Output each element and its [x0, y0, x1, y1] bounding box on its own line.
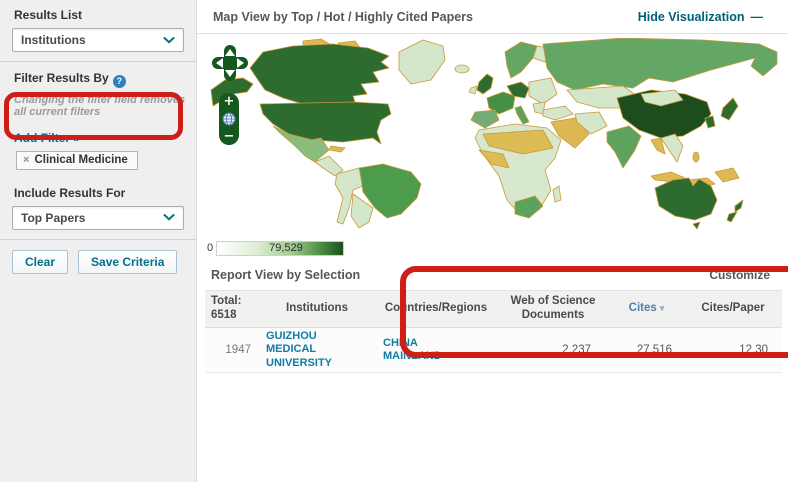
column-header-cites[interactable]: Cites▾	[609, 302, 684, 316]
country-india[interactable]	[607, 126, 641, 168]
map-controls: + −	[211, 44, 251, 145]
country-italy[interactable]	[515, 106, 529, 124]
table-row: 1947 GUIZHOU MEDICAL UNIVERSITY CHINA MA…	[205, 328, 782, 373]
criteria-buttons: Clear Save Criteria	[12, 250, 184, 274]
country-greenland[interactable]	[399, 40, 445, 84]
globe-icon[interactable]	[222, 112, 236, 126]
row-documents: 2,237	[497, 344, 609, 356]
institution-link[interactable]: GUIZHOU MEDICAL UNIVERSITY	[266, 330, 350, 370]
world-map[interactable]	[203, 38, 781, 230]
map-legend: 0 79,529	[207, 240, 788, 256]
map-view-header: Map View by Top / Hot / Highly Cited Pap…	[197, 0, 788, 34]
sidebar: Results List Institutions Filter Results…	[0, 0, 197, 482]
column-header-cites-per-paper[interactable]: Cites/Paper	[684, 302, 782, 316]
row-cites-per-paper: 12.30	[684, 344, 782, 356]
results-list-value: Institutions	[21, 33, 86, 47]
country-uk[interactable]	[477, 74, 493, 94]
column-header-institutions[interactable]: Institutions	[259, 302, 375, 316]
legend-max-label: 79,529	[269, 242, 303, 254]
report-table: Total: 6518 Institutions Countries/Regio…	[205, 290, 782, 373]
chevron-down-icon	[163, 37, 175, 44]
legend-min-label: 0	[207, 242, 213, 254]
map-area: + −	[197, 34, 788, 238]
country-japan[interactable]	[721, 98, 738, 120]
country-new-guinea[interactable]	[715, 168, 739, 182]
country-usa[interactable]	[260, 102, 391, 144]
incites-map-view-page: Results List Institutions Filter Results…	[0, 0, 788, 482]
save-criteria-button[interactable]: Save Criteria	[78, 250, 177, 274]
customize-link[interactable]: Customize	[709, 268, 770, 282]
zoom-control: + −	[219, 93, 239, 145]
sidebar-divider	[0, 239, 196, 240]
help-icon[interactable]: ?	[113, 75, 126, 88]
table-header-row: Total: 6518 Institutions Countries/Regio…	[205, 290, 782, 328]
country-australia[interactable]	[655, 178, 717, 220]
row-cites: 27,516	[609, 344, 684, 356]
country-link[interactable]: CHINA MAINLAND	[383, 337, 467, 363]
legend-gradient-bar: 79,529	[216, 241, 344, 256]
filter-note: Changing the filter field removes all cu…	[14, 94, 186, 119]
add-filter-link[interactable]: Add Filter »	[14, 131, 184, 145]
country-madagascar[interactable]	[553, 186, 561, 202]
hide-visualization-link[interactable]: Hide Visualization —	[638, 10, 763, 24]
map-countries[interactable]	[211, 38, 777, 229]
row-count: 1947	[205, 344, 259, 356]
country-tasmania[interactable]	[693, 222, 700, 229]
zoom-out-button[interactable]: −	[224, 131, 235, 142]
country-turkey[interactable]	[543, 106, 573, 120]
clear-button[interactable]: Clear	[12, 250, 68, 274]
zoom-in-button[interactable]: +	[224, 96, 235, 107]
country-new-zealand[interactable]	[735, 200, 743, 212]
report-header: Report View by Selection Customize	[211, 268, 770, 282]
results-list-label: Results List	[14, 8, 184, 22]
results-list-select[interactable]: Institutions	[12, 28, 184, 52]
chevron-down-icon	[163, 214, 175, 221]
column-header-total: Total: 6518	[205, 295, 259, 323]
include-results-select[interactable]: Top Papers	[12, 206, 184, 230]
remove-tag-icon[interactable]: ×	[23, 154, 29, 166]
country-canada[interactable]	[250, 44, 389, 104]
country-scandinavia[interactable]	[505, 42, 537, 78]
collapse-icon: —	[751, 10, 764, 24]
include-results-value: Top Papers	[21, 211, 85, 225]
column-header-documents[interactable]: Web of Science Documents	[497, 295, 609, 323]
map-view-title: Map View by Top / Hot / Highly Cited Pap…	[213, 10, 473, 24]
main-panel: Map View by Top / Hot / Highly Cited Pap…	[197, 0, 788, 482]
filter-tag-clinical-medicine[interactable]: × Clinical Medicine	[16, 151, 138, 170]
pan-control[interactable]	[211, 44, 249, 82]
include-results-label: Include Results For	[14, 186, 184, 200]
sort-descending-icon: ▾	[660, 303, 665, 313]
filter-results-by-label: Filter Results By?	[14, 71, 184, 88]
country-korea[interactable]	[705, 116, 715, 128]
sidebar-divider	[0, 61, 196, 62]
country-russia[interactable]	[543, 38, 777, 90]
filter-tag-label: Clinical Medicine	[34, 154, 127, 166]
report-title: Report View by Selection	[211, 268, 360, 282]
country-spain[interactable]	[471, 110, 499, 128]
column-header-countries[interactable]: Countries/Regions	[375, 302, 497, 316]
